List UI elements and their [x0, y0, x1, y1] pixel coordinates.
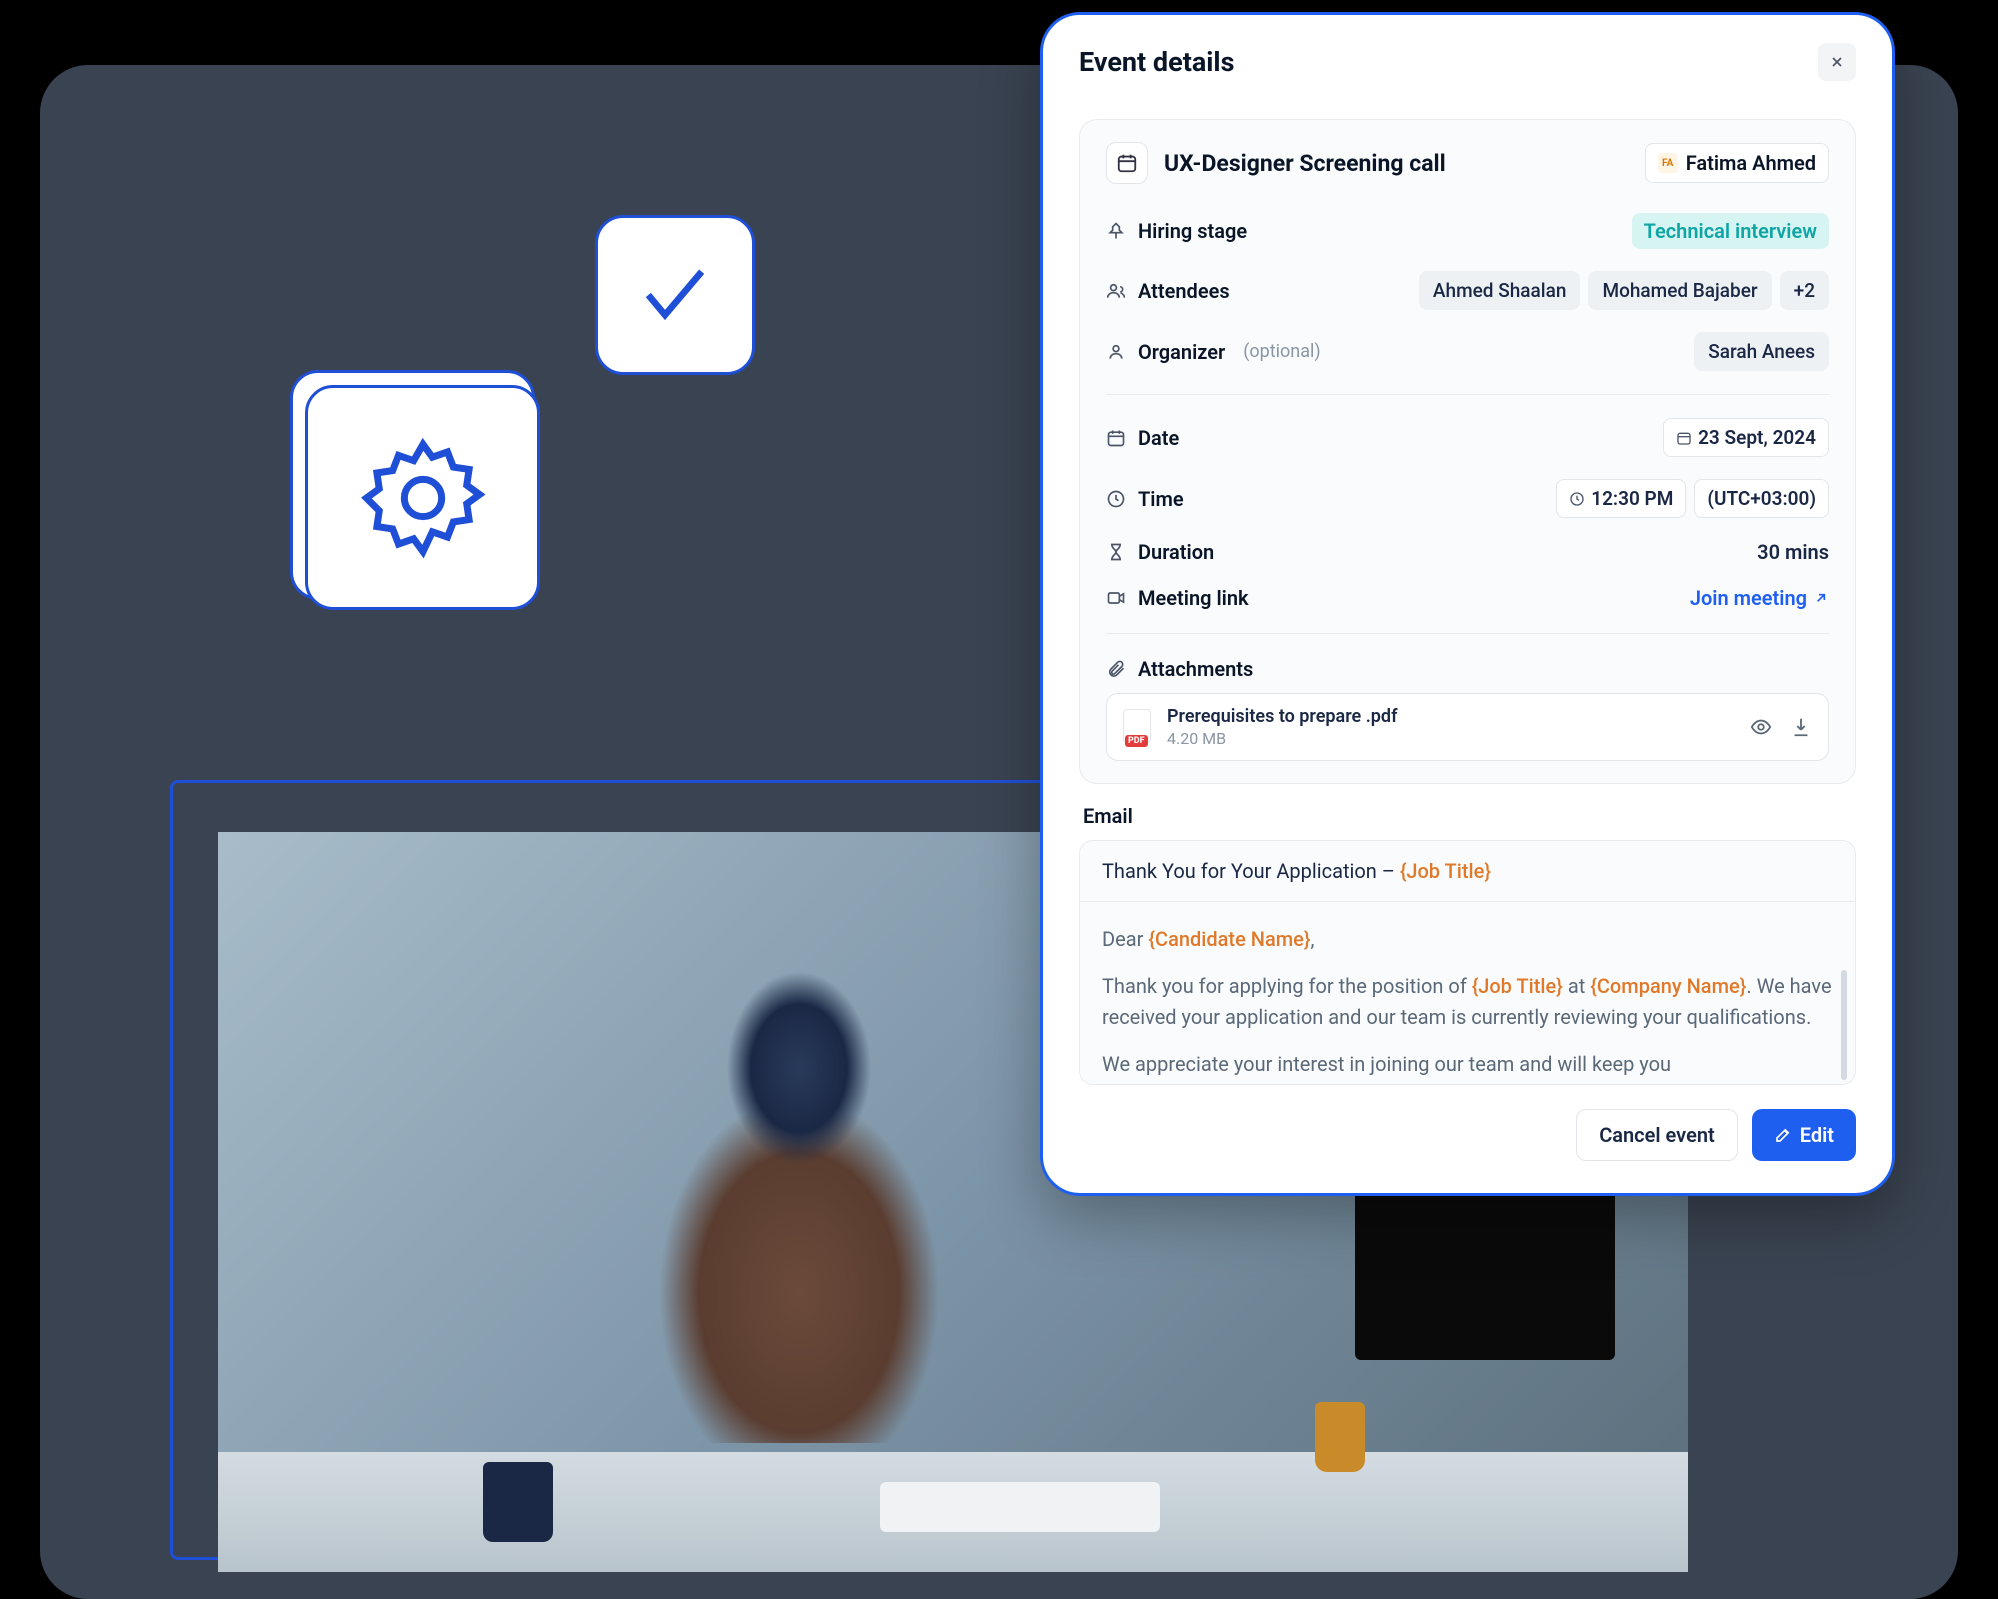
checkmark-icon	[635, 255, 715, 335]
duration-label: Duration	[1138, 540, 1214, 564]
meeting-label: Meeting link	[1138, 586, 1249, 610]
organizer-label: Organizer	[1138, 340, 1225, 364]
candidate-chip[interactable]: FA Fatima Ahmed	[1645, 143, 1829, 183]
close-icon	[1829, 54, 1845, 70]
email-preview: Thank You for Your Application – {Job Ti…	[1079, 840, 1856, 1085]
join-meeting-link[interactable]: Join meeting	[1690, 586, 1829, 610]
stage-label: Hiring stage	[1138, 219, 1247, 243]
clock-icon	[1106, 489, 1126, 509]
edit-button[interactable]: Edit	[1752, 1109, 1856, 1161]
event-title: UX-Designer Screening call	[1164, 150, 1629, 177]
attendee-chip[interactable]: Ahmed Shaalan	[1419, 271, 1581, 310]
gear-icon	[353, 428, 493, 568]
duration-value: 30 mins	[1757, 540, 1829, 564]
attachments-label: Attachments	[1138, 657, 1253, 681]
edit-icon	[1774, 1126, 1792, 1144]
attendee-more[interactable]: +2	[1780, 271, 1829, 310]
date-label: Date	[1138, 426, 1179, 450]
pin-icon	[1106, 221, 1126, 241]
checkmark-card	[595, 215, 755, 375]
timezone-value[interactable]: (UTC+03:00)	[1694, 479, 1829, 518]
arrow-icon	[1813, 590, 1829, 606]
email-section-label: Email	[1083, 804, 1852, 828]
attendees-label: Attendees	[1138, 279, 1230, 303]
scrollbar[interactable]	[1841, 970, 1847, 1080]
date-value[interactable]: 23 Sept, 2024	[1663, 418, 1829, 457]
candidate-avatar: FA	[1658, 153, 1678, 173]
attachment-name: Prerequisites to prepare .pdf	[1167, 706, 1736, 727]
download-icon[interactable]	[1790, 716, 1812, 738]
attachment-size: 4.20 MB	[1167, 729, 1736, 748]
pdf-icon: PDF	[1123, 709, 1153, 745]
event-summary-section: UX-Designer Screening call FA Fatima Ahm…	[1079, 119, 1856, 784]
organizer-value[interactable]: Sarah Anees	[1694, 332, 1829, 371]
close-button[interactable]	[1818, 43, 1856, 81]
cancel-event-button[interactable]: Cancel event	[1576, 1109, 1738, 1161]
candidate-name: Fatima Ahmed	[1686, 151, 1816, 175]
people-icon	[1106, 281, 1126, 301]
hourglass-icon	[1106, 542, 1126, 562]
event-details-modal: Event details UX-Designer Screening call…	[1040, 12, 1895, 1196]
preview-icon[interactable]	[1750, 716, 1772, 738]
email-subject-text: Thank You for Your Application –	[1102, 859, 1400, 883]
attendee-chip[interactable]: Mohamed Bajaber	[1588, 271, 1771, 310]
modal-title: Event details	[1079, 46, 1234, 78]
gear-card	[305, 385, 540, 610]
stage-value: Technical interview	[1632, 213, 1829, 249]
organizer-optional: (optional)	[1243, 341, 1320, 362]
calendar-icon	[1106, 142, 1148, 184]
email-subject-token: {Job Title}	[1400, 859, 1491, 883]
date-icon	[1106, 428, 1126, 448]
attachment-row: PDF Prerequisites to prepare .pdf 4.20 M…	[1106, 693, 1829, 761]
time-label: Time	[1138, 487, 1184, 511]
person-icon	[1106, 342, 1126, 362]
video-icon	[1106, 588, 1126, 608]
paperclip-icon	[1106, 659, 1126, 679]
time-value[interactable]: 12:30 PM	[1556, 479, 1686, 518]
